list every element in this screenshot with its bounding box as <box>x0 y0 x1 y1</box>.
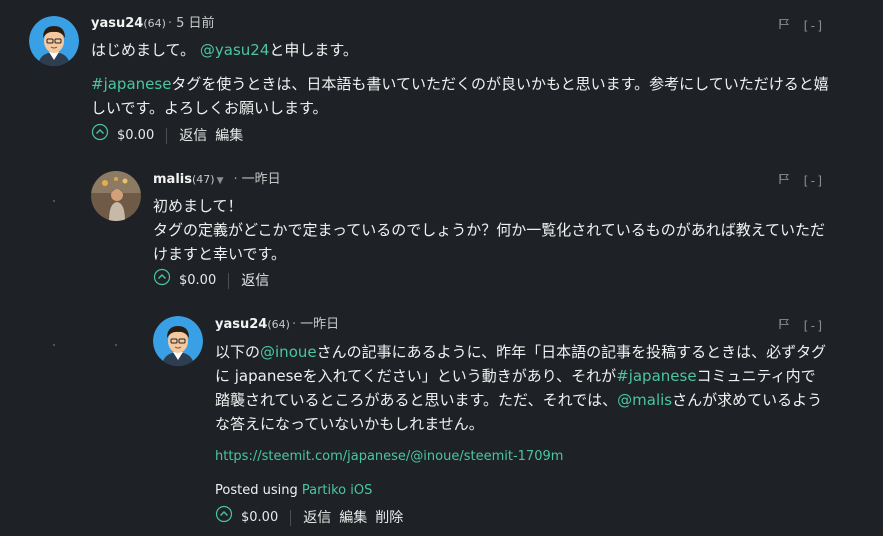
external-link[interactable]: https://steemit.com/japanese/@inoue/stee… <box>215 449 563 464</box>
tag-link[interactable]: #japanese <box>616 367 696 385</box>
avatar[interactable] <box>153 316 203 366</box>
comment-paragraph: 以下の@inoueさんの記事にあるように、昨年「日本語の記事を投稿するときは、必… <box>215 340 830 436</box>
comment-yasu24-reply: yasu24(64) · 一昨日 [-] 以下の@inoueさんの記事にあるように、… <box>0 0 883 536</box>
flag-icon[interactable] <box>778 317 790 337</box>
comment-body: 以下の@inoueさんの記事にあるように、昨年「日本語の記事を投稿するときは、必… <box>215 340 830 436</box>
upvote-icon[interactable] <box>215 505 233 531</box>
user-mention[interactable]: @inoue <box>260 343 317 361</box>
comment-footer: $0.00 返信 編集 削除 <box>215 505 411 527</box>
edit-button[interactable]: 編集 <box>339 507 367 529</box>
author-reputation: (64) <box>267 318 290 331</box>
separator-dot: · <box>291 317 297 332</box>
delete-button[interactable]: 削除 <box>375 507 403 529</box>
comment-header: yasu24(64) · 一昨日 <box>215 315 339 335</box>
reply-button[interactable]: 返信 <box>303 507 331 529</box>
collapse-toggle[interactable]: [-] <box>802 319 824 333</box>
comment-link-line: https://steemit.com/japanese/@inoue/stee… <box>215 445 830 469</box>
user-mention[interactable]: @malis <box>617 391 672 409</box>
posted-using-label: Posted using <box>215 483 298 498</box>
comment-timestamp[interactable]: 一昨日 <box>300 317 339 332</box>
comment-controls: [-] <box>778 316 824 336</box>
footer-divider <box>290 510 292 526</box>
author-name[interactable]: yasu24 <box>215 317 267 332</box>
posted-using-line: Posted using Partiko iOS <box>215 479 830 503</box>
payout-value[interactable]: $0.00 <box>241 507 278 529</box>
body-text: 以下の <box>215 343 261 361</box>
app-link[interactable]: Partiko iOS <box>302 483 373 498</box>
